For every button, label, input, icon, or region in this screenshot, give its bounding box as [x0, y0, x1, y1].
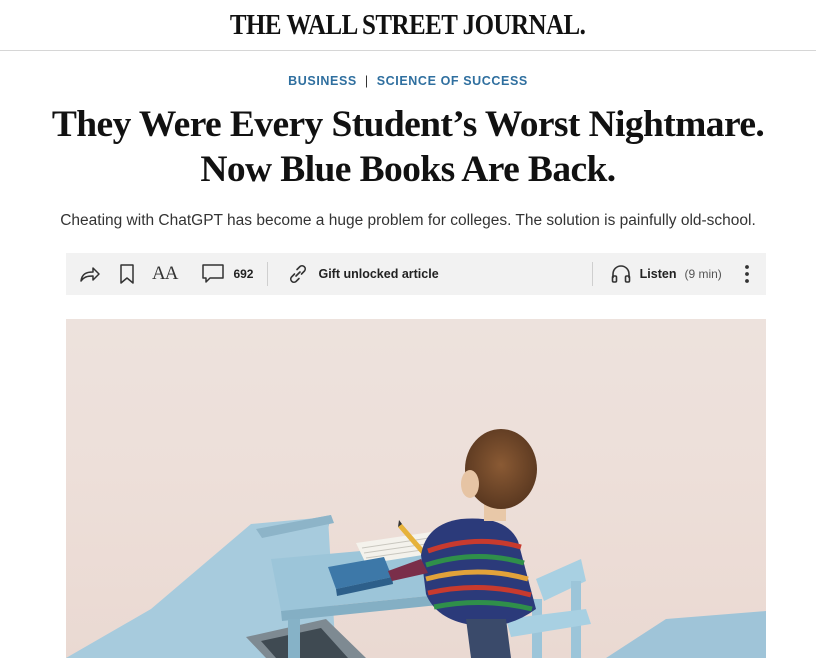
article-dek: Cheating with ChatGPT has become a huge …	[60, 212, 756, 229]
article-flashline: BUSINESS | SCIENCE OF SUCCESS	[0, 74, 816, 88]
text-size-icon: AA	[152, 263, 178, 284]
gift-article-label: Gift unlocked article	[318, 267, 439, 281]
more-options-button[interactable]	[744, 253, 750, 295]
headline-line-2: Now Blue Books Are Back.	[200, 149, 616, 190]
listen-duration: (9 min)	[684, 267, 722, 281]
link-icon	[286, 262, 310, 286]
listen-label: Listen	[639, 267, 677, 281]
vertical-ellipsis-icon	[744, 263, 750, 285]
article-headline: They Were Every Student’s Worst Nightmar…	[0, 102, 816, 192]
comment-count: 692	[233, 267, 254, 281]
gift-article-button[interactable]: Gift unlocked article	[286, 253, 439, 295]
section-link-science-of-success[interactable]: SCIENCE OF SUCCESS	[377, 74, 528, 88]
save-article-button[interactable]	[119, 253, 135, 295]
masthead: THE WALL STREET JOURNAL.	[0, 0, 816, 51]
headline-line-1: They Were Every Student’s Worst Nightmar…	[51, 104, 765, 145]
share-arrow-icon	[79, 264, 101, 284]
comments-button[interactable]: 692	[201, 253, 253, 295]
section-link-business[interactable]: BUSINESS	[288, 74, 357, 88]
text-size-button[interactable]: AA	[152, 253, 178, 295]
share-button[interactable]	[79, 253, 101, 295]
article-toolbar: AA 692 Gift unlocked article Listen (9 m…	[66, 253, 766, 295]
comment-bubble-icon	[201, 263, 225, 285]
hero-image	[66, 319, 766, 658]
wsj-logo[interactable]: THE WALL STREET JOURNAL.	[230, 9, 586, 42]
toolbar-divider	[267, 262, 269, 286]
listen-button[interactable]: Listen (9 min)	[610, 253, 722, 295]
headphones-icon	[610, 263, 632, 285]
flashline-separator: |	[364, 74, 369, 88]
bookmark-icon	[119, 263, 135, 285]
hero-illustration	[66, 429, 766, 658]
toolbar-divider	[591, 262, 593, 286]
